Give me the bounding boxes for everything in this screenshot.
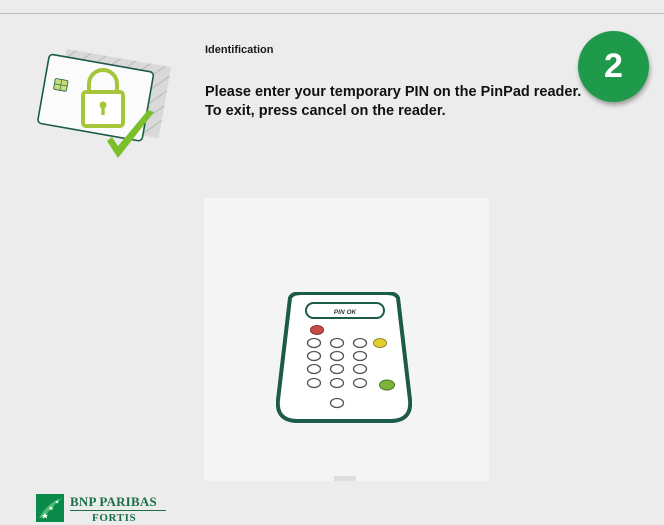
pinpad-reader-icon: PIN OK [276,292,412,423]
brand-name-line1: BNP PARIBAS [70,494,157,509]
brand-divider [70,510,166,511]
step-number-badge: 2 [578,31,649,102]
pinpad-screen-text: PIN OK [334,309,358,316]
page-title: Identification [205,44,274,56]
instruction-line-pin: Please enter your temporary PIN on the P… [205,84,582,100]
panel-tab [334,476,356,481]
instruction-line-exit: To exit, press cancel on the reader. [205,103,446,119]
top-divider [0,13,664,14]
pinpad-panel: PIN OK [204,198,489,481]
identification-screen: Identification Please enter your tempora… [0,0,664,525]
bnp-stars-logo-icon [36,494,64,522]
brand-name-line2: FORTIS [92,512,137,524]
bnp-paribas-fortis-logo: BNP PARIBAS FORTIS [36,494,176,525]
card-with-lock-icon [37,48,172,158]
instruction-text: Please enter your temporary PIN on the P… [205,83,625,121]
